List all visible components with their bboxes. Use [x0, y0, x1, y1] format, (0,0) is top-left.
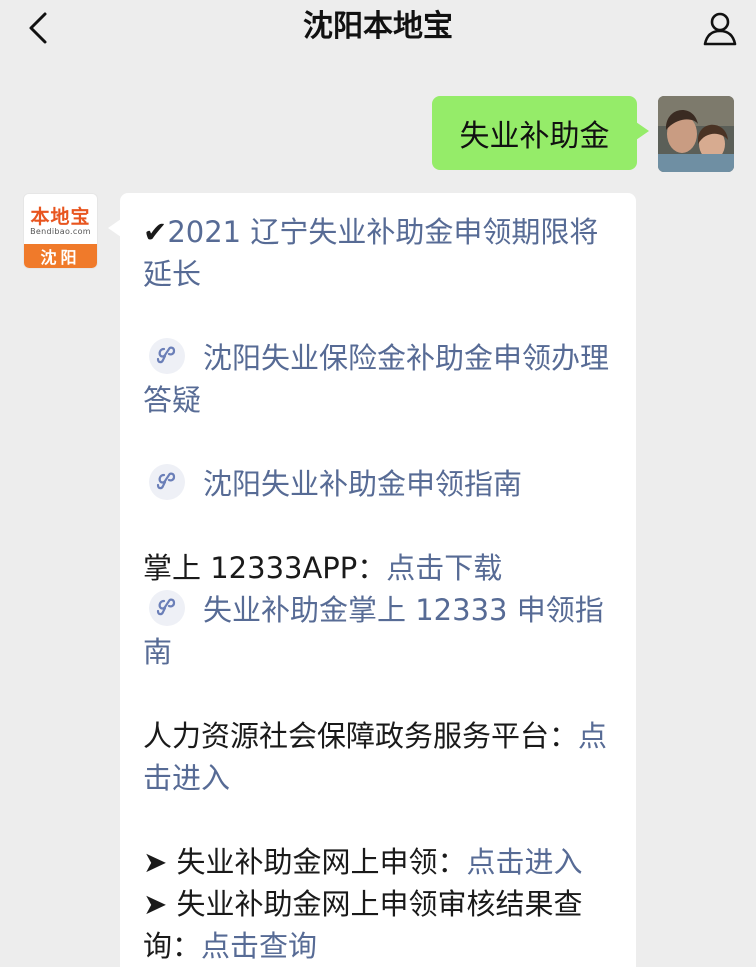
- mini-program-link-qa-text: 沈阳失业保险金补助金申领办理答疑: [143, 341, 610, 417]
- top-nav-bar: 沈阳本地宝: [0, 0, 756, 54]
- app-download-line: 掌上 12333APP：点击下载: [143, 547, 614, 589]
- user-avatar[interactable]: [658, 96, 734, 172]
- app-download-label: 掌上 12333APP：: [143, 551, 387, 585]
- incoming-message-bubble: ✔2021 辽宁失业补助金申领期限将延长 沈阳失业保险金补助金申领办理答疑 沈阳…: [108, 193, 636, 967]
- headline-link[interactable]: ✔2021 辽宁失业补助金申领期限将延长: [143, 211, 614, 295]
- chat-title: 沈阳本地宝: [303, 9, 453, 44]
- profile-button[interactable]: [698, 6, 742, 50]
- outgoing-message-bubble[interactable]: 失业补助金: [432, 96, 649, 170]
- logo-area: 本地宝 Bendibao.com: [24, 194, 97, 246]
- user-photo: [658, 96, 734, 172]
- logo-main-text: 本地宝: [30, 206, 91, 228]
- platform-label: 人力资源社会保障政务服务平台：: [143, 719, 579, 753]
- mini-program-icon: [149, 590, 185, 626]
- mini-program-icon: [149, 464, 185, 500]
- user-icon: [703, 12, 737, 46]
- result-query-link[interactable]: 点击查询: [201, 929, 317, 963]
- outgoing-message-text: 失业补助金: [459, 119, 610, 154]
- check-icon: ✔: [143, 215, 168, 249]
- mini-program-link-app-guide-text: 失业补助金掌上 12333 申领指南: [143, 593, 604, 669]
- mini-program-link-guide[interactable]: 沈阳失业补助金申领指南: [143, 463, 614, 505]
- sender-avatar[interactable]: 本地宝 Bendibao.com 沈阳: [23, 193, 98, 269]
- app-download-link[interactable]: 点击下载: [386, 551, 502, 585]
- mini-program-link-app-guide[interactable]: 失业补助金掌上 12333 申领指南: [143, 589, 614, 673]
- result-query-line: ➤ 失业补助金网上申领审核结果查询：点击查询: [143, 883, 614, 967]
- mini-program-link-qa[interactable]: 沈阳失业保险金补助金申领办理答疑: [143, 337, 614, 421]
- logo-city-text: 沈阳: [24, 244, 97, 268]
- online-apply-link[interactable]: 点击进入: [467, 845, 583, 879]
- logo-sub-text: Bendibao.com: [30, 227, 91, 236]
- headline-text: 2021 辽宁失业补助金申领期限将延长: [143, 215, 599, 291]
- online-apply-line: ➤ 失业补助金网上申领：点击进入: [143, 841, 614, 883]
- online-apply-label: ➤ 失业补助金网上申领：: [143, 845, 467, 879]
- mini-program-icon: [149, 338, 185, 374]
- mini-program-link-guide-text: 沈阳失业补助金申领指南: [203, 467, 523, 501]
- platform-line: 人力资源社会保障政务服务平台：点击进入: [143, 715, 614, 799]
